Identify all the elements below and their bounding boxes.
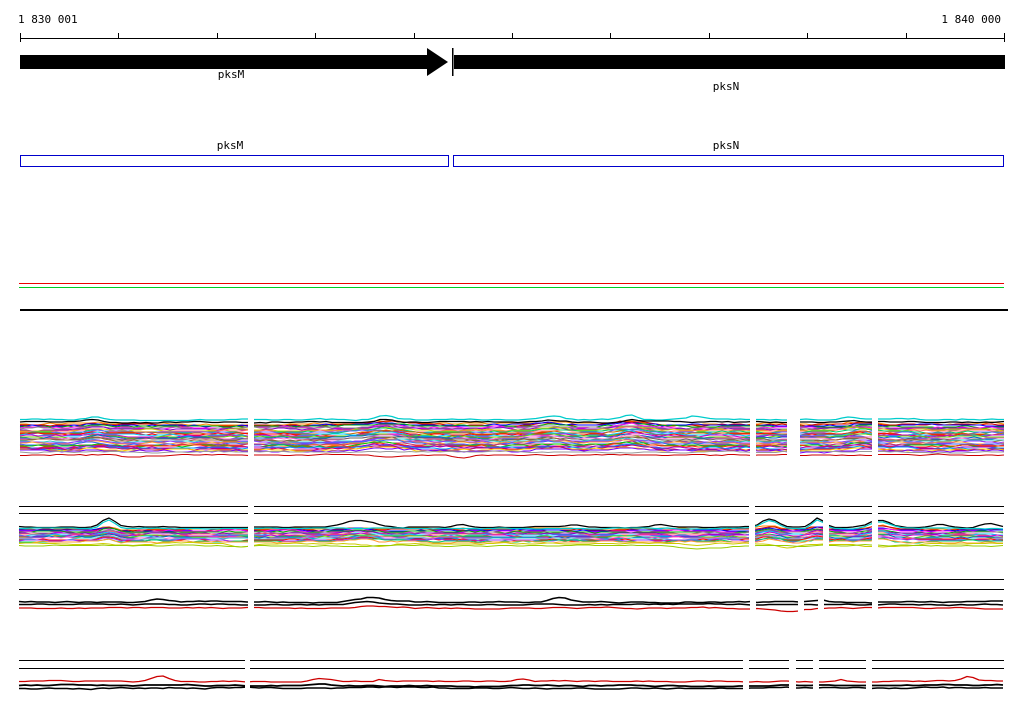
ruler[interactable] — [20, 33, 1005, 42]
feature-label-pksM[interactable]: pksM — [217, 139, 244, 152]
feature-box-pksN[interactable] — [453, 155, 1004, 167]
multi-sample-plot-4[interactable] — [18, 657, 1004, 694]
ruler-end-coordinate: 1 840 000 — [941, 13, 1001, 26]
track-data-gap — [743, 657, 749, 694]
ruler-start-coordinate: 1 830 001 — [18, 13, 78, 26]
feature-label-pksN[interactable]: pksN — [713, 139, 740, 152]
track-data-gap — [749, 503, 755, 549]
multi-sample-plot-1[interactable] — [19, 414, 1005, 461]
track-data-gap — [866, 657, 872, 694]
genome-browser-window: 1 830 001 1 840 000 pksM pksN pksM pksN — [0, 0, 1024, 714]
track-data-gap — [872, 576, 878, 616]
feature-box-pksM[interactable] — [20, 155, 449, 167]
track-data-gap — [798, 576, 804, 616]
gene-label-pksN[interactable]: pksN — [713, 80, 740, 93]
track-data-gap — [787, 415, 800, 461]
track-data-gap — [813, 657, 819, 694]
multi-sample-plot-3[interactable] — [18, 576, 1004, 616]
track-data-gap — [248, 415, 254, 461]
multi-sample-plot-2[interactable] — [18, 503, 1004, 550]
track-data-gap — [750, 576, 756, 616]
track-data-gap — [823, 503, 829, 549]
track-data-gap — [248, 576, 254, 616]
track-data-gap — [750, 415, 756, 461]
track-data-gap — [872, 415, 878, 461]
track-data-gap — [245, 657, 250, 694]
browser-graphics-canvas[interactable] — [0, 0, 1024, 714]
track-data-gap — [818, 576, 824, 616]
track-data-gap — [248, 503, 254, 549]
gene-arrow-pksN[interactable] — [452, 48, 1005, 76]
baseline-plot[interactable] — [19, 282, 1008, 311]
gene-label-pksM[interactable]: pksM — [218, 68, 245, 81]
track-data-gap — [872, 503, 878, 549]
track-data-gap — [789, 657, 796, 694]
